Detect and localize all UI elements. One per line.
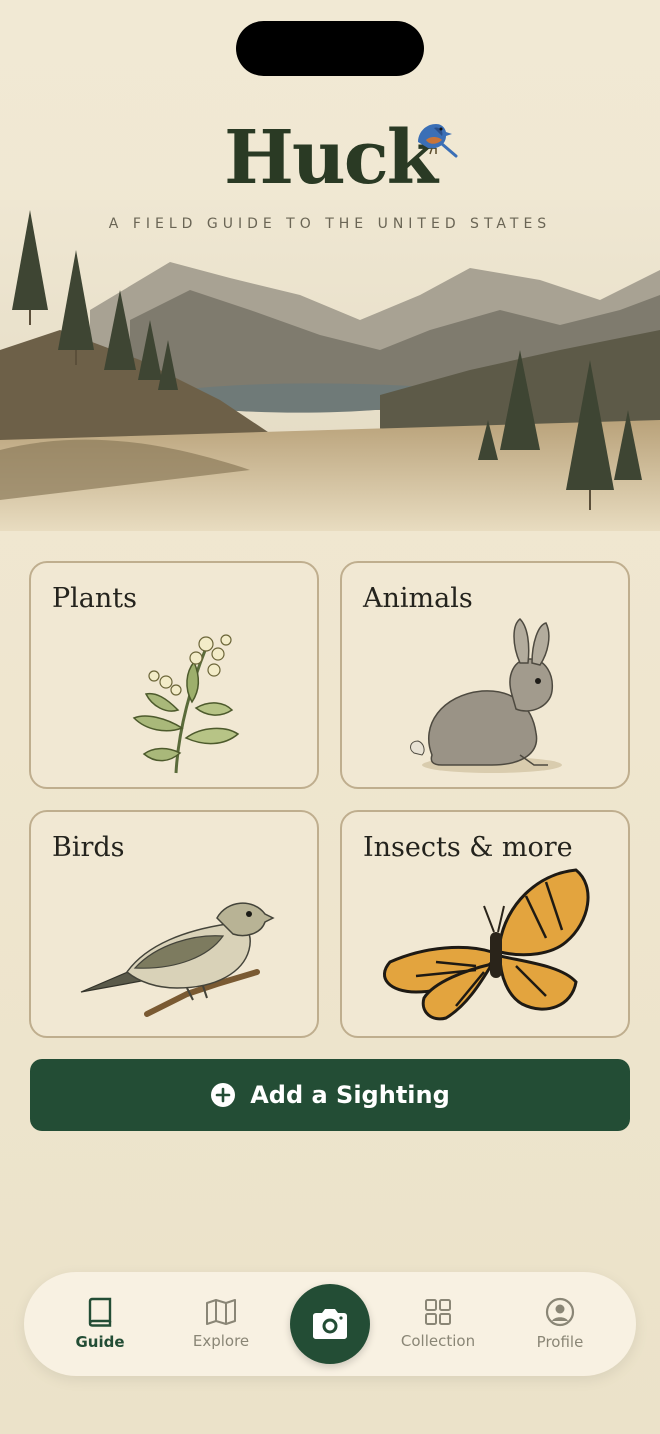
card-title-animals: Animals: [363, 583, 473, 614]
tab-profile-label: Profile: [536, 1333, 584, 1351]
bluebird-logo-icon: [418, 124, 458, 158]
camera-button[interactable]: [290, 1284, 370, 1364]
tab-guide-label: Guide: [75, 1333, 125, 1351]
grid-icon: [425, 1299, 451, 1325]
person-circle-icon: [545, 1297, 575, 1327]
card-title-plants: Plants: [52, 583, 137, 614]
app-tagline: A FIELD GUIDE TO THE UNITED STATES: [108, 216, 552, 232]
camera-icon: [313, 1309, 347, 1339]
tab-profile[interactable]: Profile: [510, 1272, 610, 1376]
dynamic-island: [236, 21, 424, 76]
tab-collection[interactable]: Collection: [388, 1272, 488, 1376]
add-sighting-label: Add a Sighting: [250, 1081, 450, 1109]
bird-illustration-icon: [80, 902, 275, 1017]
category-card-animals[interactable]: Animals: [340, 561, 630, 789]
plus-circle-icon: [211, 1083, 236, 1107]
bottom-tab-bar: Guide Explore Collection Profile: [24, 1272, 636, 1376]
category-card-plants[interactable]: Plants: [29, 561, 319, 789]
butterfly-illustration-icon: [383, 868, 590, 1021]
card-title-birds: Birds: [52, 832, 125, 863]
category-card-birds[interactable]: Birds: [29, 810, 319, 1038]
app-title: Huck: [223, 115, 458, 201]
plant-illustration-icon: [132, 634, 240, 774]
map-icon: [206, 1299, 236, 1325]
tab-explore-label: Explore: [192, 1332, 250, 1350]
tab-guide[interactable]: Guide: [50, 1272, 150, 1376]
card-title-insects: Insects & more: [363, 832, 573, 863]
tab-explore[interactable]: Explore: [171, 1272, 271, 1376]
category-card-insects[interactable]: Insects & more: [340, 810, 630, 1038]
landscape-hero-image: [0, 200, 660, 531]
add-sighting-button[interactable]: Add a Sighting: [30, 1059, 630, 1131]
book-icon: [88, 1297, 112, 1327]
tab-collection-label: Collection: [400, 1332, 476, 1350]
rabbit-illustration-icon: [410, 618, 562, 773]
app-header: Huck: [0, 118, 660, 198]
app-title-text: Huck: [223, 115, 438, 201]
